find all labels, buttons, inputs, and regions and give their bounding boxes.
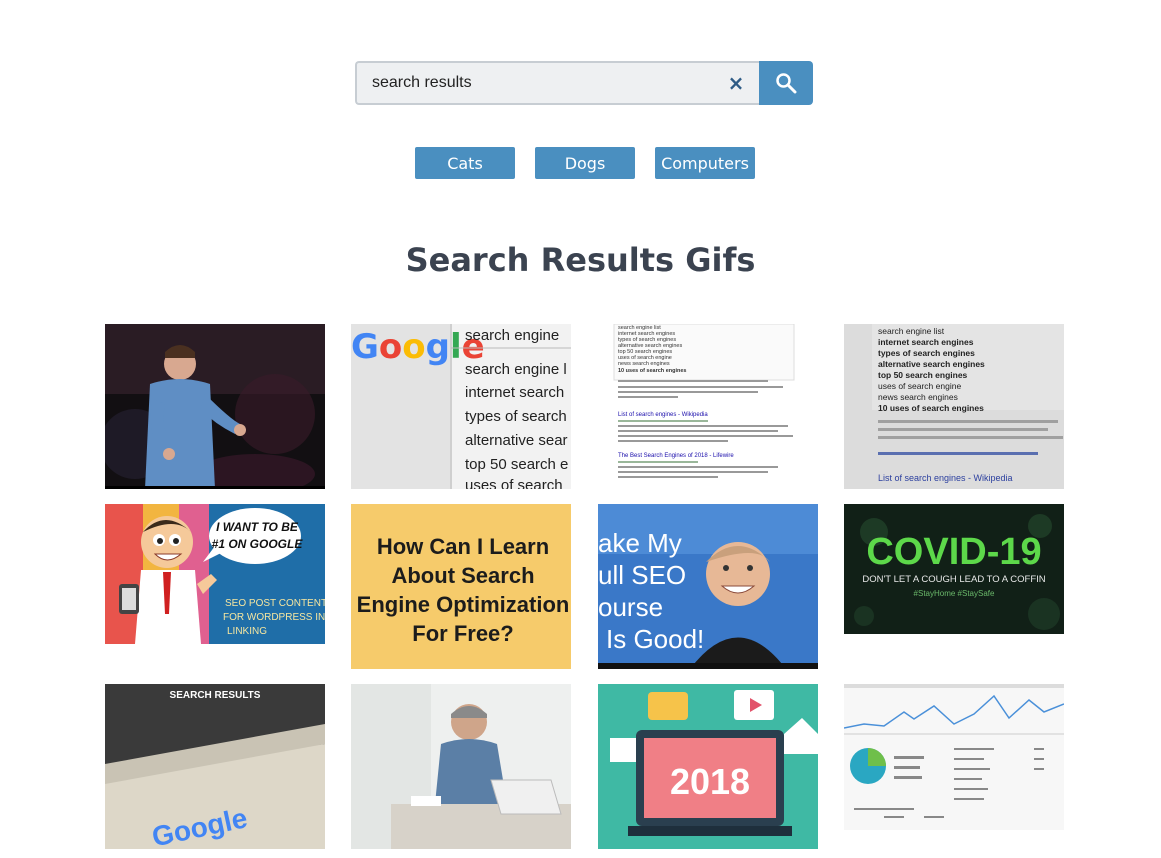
gif-text: top 50 search e <box>465 456 568 473</box>
gif-text: news search engines <box>878 392 958 402</box>
gif-man-laptop-image <box>351 684 571 849</box>
gif-text: 10 uses of search engines <box>878 403 984 413</box>
gif-tile-analytics[interactable] <box>844 684 1064 830</box>
gif-tile-seo-cartoon[interactable]: I WANT TO BE #1 ON GOOGLE SEO POST CONTE… <box>105 504 325 644</box>
gif-text: internet search <box>465 384 564 401</box>
tag-button-computers[interactable]: Computers <box>655 147 755 179</box>
gif-serp-list-image: search engine list internet search engin… <box>598 324 818 484</box>
gif-text: search engine <box>465 327 559 344</box>
gif-text: COVID-19 <box>866 531 1041 573</box>
gif-tile-man-laptop[interactable] <box>351 684 571 849</box>
gif-text: About Search <box>391 563 534 588</box>
gif-text: alternative search engines <box>878 359 985 369</box>
gif-text: List of search engines - Wikipedia <box>878 473 1013 483</box>
gif-serp-zoom-image: search engine list internet search engin… <box>844 324 1064 489</box>
gif-text: internet search engines <box>878 337 974 347</box>
tag-button-dogs[interactable]: Dogs <box>535 147 635 179</box>
gif-tile-seo-course[interactable]: ake My ull SEO ourse Is Good! <box>598 504 818 669</box>
gif-text: #StayHome #StaySafe <box>914 589 995 598</box>
search-box: × <box>355 61 759 105</box>
gif-text: Is Good! <box>606 624 704 654</box>
search-bar: × <box>355 61 815 105</box>
gif-text: For Free? <box>412 621 513 646</box>
gif-text: 2018 <box>670 761 750 802</box>
gif-text: How Can I Learn <box>377 534 549 559</box>
gif-text: 10 uses of search engines <box>618 368 686 374</box>
tag-button-cats[interactable]: Cats <box>415 147 515 179</box>
tag-buttons: Cats Dogs Computers <box>415 147 755 179</box>
gif-tile-learn-seo[interactable]: How Can I Learn About Search Engine Opti… <box>351 504 571 669</box>
gif-text: uses of search engine <box>878 381 961 391</box>
gif-2018-image: 2018 <box>598 684 818 849</box>
gif-learn-seo-image: How Can I Learn About Search Engine Opti… <box>351 504 571 669</box>
gif-text: SEARCH RESULTS <box>170 690 261 701</box>
gif-tile-serp-list[interactable]: search engine list internet search engin… <box>598 324 818 484</box>
gif-text: uses of search <box>465 477 563 489</box>
gif-text: ake My <box>598 528 682 558</box>
search-input[interactable] <box>357 62 721 104</box>
gif-analytics-image <box>844 684 1064 830</box>
gif-speaker-image <box>105 324 325 489</box>
search-icon <box>776 73 797 94</box>
gif-seo-cartoon-image: I WANT TO BE #1 ON GOOGLE SEO POST CONTE… <box>105 504 325 644</box>
gif-text: alternative sear <box>465 432 568 449</box>
gif-tile-2018[interactable]: 2018 <box>598 684 818 849</box>
gif-seo-course-image: ake My ull SEO ourse Is Good! <box>598 504 818 669</box>
page-title: Search Results Gifs <box>405 241 756 279</box>
gif-tile-covid[interactable]: COVID-19 DON'T LET A COUGH LEAD TO A COF… <box>844 504 1064 634</box>
gif-text: List of search engines - Wikipedia <box>618 412 708 418</box>
gif-text: LINKING <box>227 626 267 637</box>
gif-text: The Best Search Engines of 2018 - Lifewi… <box>618 453 734 459</box>
gif-text: DON'T LET A COUGH LEAD TO A COFFIN <box>862 574 1045 585</box>
gif-text: #1 ON GOOGLE <box>212 537 304 551</box>
gif-tile-google-search[interactable]: Google search engine search engine l int… <box>351 324 571 489</box>
gif-covid-image: COVID-19 DON'T LET A COUGH LEAD TO A COF… <box>844 504 1064 634</box>
gif-text: ull SEO <box>598 560 686 590</box>
gif-tile-google-phone[interactable]: SEARCH RESULTS Google <box>105 684 325 849</box>
gif-text: search engine list <box>878 326 945 336</box>
gif-text: Engine Optimization <box>357 592 570 617</box>
clear-icon[interactable]: × <box>721 63 751 103</box>
gif-google-search-image: Google search engine search engine l int… <box>351 324 571 489</box>
gif-tile-serp-zoom[interactable]: search engine list internet search engin… <box>844 324 1064 489</box>
gif-text: top 50 search engines <box>878 370 968 380</box>
gif-text: news search engines <box>618 361 670 367</box>
gif-text: SEO POST CONTENT <box>225 598 325 609</box>
gif-text: I WANT TO BE <box>216 520 299 534</box>
gif-text: types of search <box>465 408 567 425</box>
search-button[interactable] <box>759 61 813 105</box>
gif-text: FOR WORDPRESS INT <box>223 612 325 623</box>
gif-text: search engine l <box>465 361 567 378</box>
gif-text: ourse <box>598 592 663 622</box>
gif-google-phone-image: SEARCH RESULTS Google <box>105 684 325 849</box>
gif-tile-speaker[interactable] <box>105 324 325 489</box>
gif-text: types of search engines <box>878 348 975 358</box>
